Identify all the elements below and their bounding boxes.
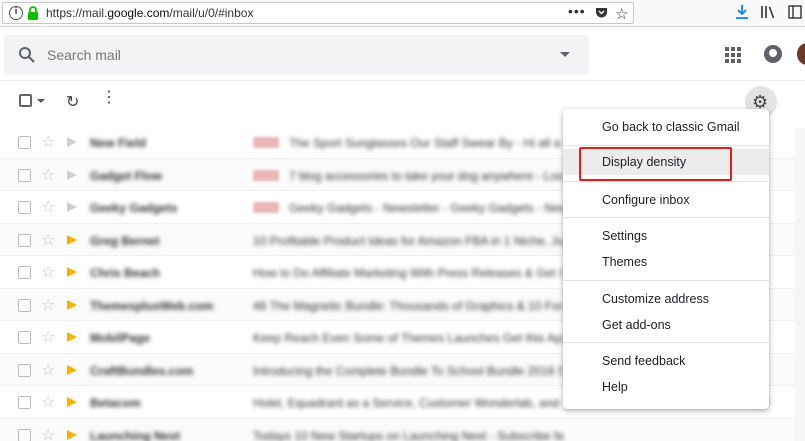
menu-item-get-add-ons[interactable]: Get add-ons	[563, 312, 769, 338]
star-icon[interactable]: ☆	[41, 425, 55, 441]
email-sender: Launching Next	[90, 428, 181, 441]
browser-toolbar: i https://mail.google.com/mail/u/0/#inbo…	[0, 0, 805, 27]
menu-divider	[563, 217, 769, 218]
email-subject: Todays 10 New Startups on Launching Next…	[253, 428, 563, 441]
apps-grid-icon[interactable]	[725, 47, 741, 63]
row-checkbox[interactable]	[18, 168, 31, 182]
row-checkbox[interactable]	[18, 298, 31, 312]
star-icon[interactable]: ☆	[41, 327, 55, 346]
pocket-icon[interactable]	[595, 7, 608, 19]
menu-divider	[563, 145, 769, 146]
header-divider	[0, 80, 805, 81]
search-options-icon[interactable]	[560, 52, 570, 57]
star-icon[interactable]: ☆	[41, 295, 55, 314]
email-sender: Chris Beach	[90, 266, 161, 280]
star-icon[interactable]: ☆	[41, 262, 55, 281]
importance-marker-icon[interactable]	[67, 397, 77, 407]
email-subject: Geeky Gadgets - Newsletter - Geeky Gadge…	[289, 201, 564, 215]
email-sender: Gadget Flow	[90, 168, 162, 183]
search-bar[interactable]: Search mail	[4, 35, 589, 75]
menu-item-send-feedback[interactable]: Send feedback	[563, 348, 769, 374]
email-sender: Greg Bernet	[90, 233, 160, 248]
select-all-checkbox[interactable]	[19, 94, 32, 107]
menu-item-settings[interactable]: Settings	[563, 223, 769, 249]
menu-item-classic-gmail[interactable]: Go back to classic Gmail	[563, 114, 769, 140]
importance-marker-icon[interactable]	[67, 202, 77, 212]
library-icon[interactable]	[760, 4, 776, 20]
search-input[interactable]: Search mail	[47, 47, 121, 63]
email-subject: 10 Profitable Product Ideas for Amazon F…	[253, 233, 563, 248]
email-subject: 7 blog accessories to take your dog anyw…	[289, 168, 564, 183]
scrollbar[interactable]	[795, 128, 805, 441]
email-sender: MobilPage	[90, 331, 151, 345]
label-badge	[253, 169, 279, 181]
menu-item-help[interactable]: Help	[563, 374, 769, 400]
email-sender: New Field	[90, 136, 147, 150]
table-row[interactable]: ☆ Launching Next Todays 10 New Startups on…	[0, 418, 805, 441]
row-checkbox[interactable]	[18, 428, 31, 441]
row-checkbox[interactable]	[18, 266, 31, 279]
refresh-icon[interactable]: ↻	[66, 92, 79, 112]
menu-item-themes[interactable]: Themes	[563, 249, 769, 275]
address-bar[interactable]: i https://mail.google.com/mail/u/0/#inbo…	[2, 2, 634, 24]
site-info-icon[interactable]: i	[9, 6, 23, 20]
email-subject: Keep Reach Even Some of Themes Launches …	[253, 331, 563, 345]
importance-marker-icon[interactable]	[67, 299, 77, 310]
notifications-icon[interactable]	[764, 45, 782, 63]
menu-item-configure-inbox[interactable]: Configure inbox	[563, 187, 769, 213]
row-checkbox[interactable]	[18, 396, 31, 409]
row-checkbox[interactable]	[18, 331, 31, 344]
bookmark-star-icon[interactable]: ☆	[615, 5, 628, 23]
more-options-icon[interactable]: ⋮	[101, 90, 117, 106]
download-icon[interactable]	[735, 4, 749, 20]
importance-marker-icon[interactable]	[67, 364, 77, 375]
importance-marker-icon[interactable]	[67, 234, 77, 245]
highlight-annotation-box	[579, 147, 732, 181]
importance-marker-icon[interactable]	[67, 267, 77, 277]
row-checkbox[interactable]	[18, 363, 31, 377]
importance-marker-icon[interactable]	[67, 137, 77, 147]
sidebar-icon[interactable]	[788, 4, 802, 20]
label-badge	[253, 202, 279, 213]
menu-item-customize-address[interactable]: Customize address	[563, 286, 769, 312]
row-checkbox[interactable]	[18, 136, 31, 149]
row-checkbox[interactable]	[18, 233, 31, 247]
importance-marker-icon[interactable]	[67, 332, 77, 342]
email-subject: Hotel, Equadrant as a Service, Customer …	[253, 396, 563, 410]
menu-divider	[563, 342, 769, 343]
star-icon[interactable]: ☆	[41, 132, 55, 151]
url-text: https://mail.google.com/mail/u/0/#inbox	[46, 6, 254, 20]
star-icon[interactable]: ☆	[41, 230, 55, 249]
star-icon[interactable]: ☆	[41, 165, 55, 184]
email-sender: CraftBundles.com	[90, 363, 194, 378]
importance-marker-icon[interactable]	[67, 169, 77, 180]
email-sender: Betacom	[90, 396, 141, 410]
star-icon[interactable]: ☆	[41, 360, 55, 379]
row-checkbox[interactable]	[18, 201, 31, 214]
star-icon[interactable]: ☆	[41, 197, 55, 216]
email-subject: Introducing the Complete Bundle To Schoo…	[253, 363, 563, 378]
menu-divider	[563, 280, 769, 281]
avatar[interactable]	[797, 43, 805, 65]
label-badge	[253, 137, 279, 148]
select-options-chevron-down-icon[interactable]	[37, 99, 45, 103]
star-icon[interactable]: ☆	[41, 392, 55, 411]
email-sender: ThemesplusWeb.com	[90, 298, 214, 313]
email-sender: Geeky Gadgets	[90, 201, 178, 215]
menu-divider	[563, 181, 769, 182]
importance-marker-icon[interactable]	[67, 429, 77, 440]
email-subject: How to Do Affiliate Marketing With Press…	[253, 266, 563, 280]
lock-icon	[28, 6, 38, 20]
email-subject: The Sport Sunglasses Our Staff Swear By …	[289, 136, 561, 150]
page-actions-icon[interactable]: •••	[568, 3, 586, 19]
search-icon[interactable]	[18, 46, 36, 64]
email-subject: 48 The Magnetic Bundle: Thousands of Gra…	[253, 298, 563, 313]
